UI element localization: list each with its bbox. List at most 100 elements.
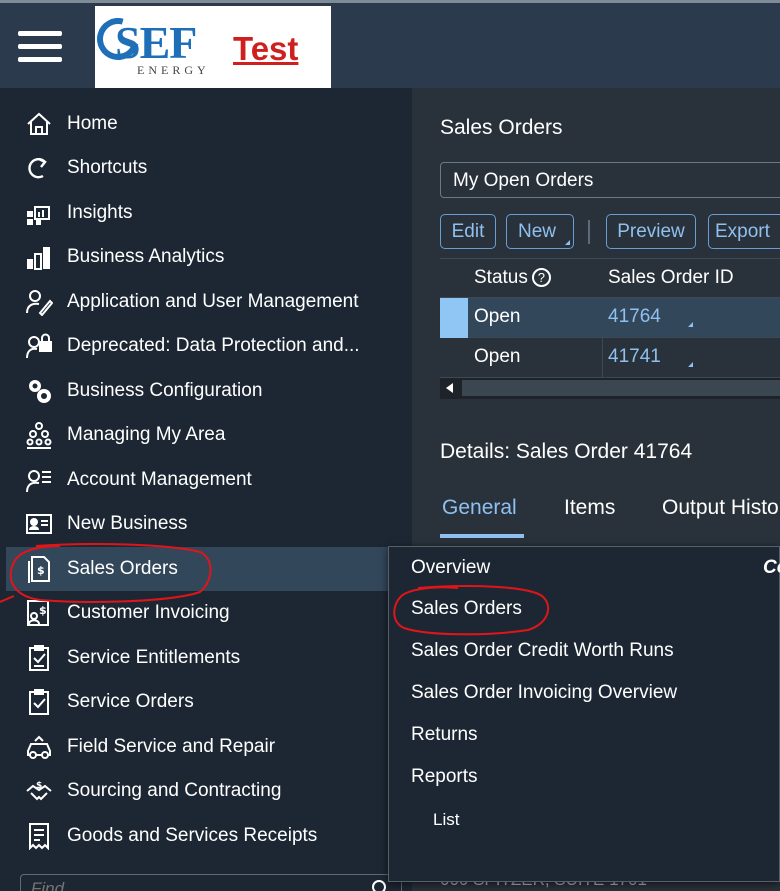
sidebar-item-label: Shortcuts (67, 157, 148, 178)
export-button[interactable]: Export (708, 214, 780, 249)
sales-orders-submenu: Overview Co Sales Orders Sales Order Cre… (388, 546, 780, 882)
sidebar-item-application-user-management[interactable]: Application and User Management (6, 280, 412, 324)
bar-chart-icon (24, 242, 54, 272)
sidebar-item-label: Account Management (67, 469, 252, 490)
sidebar-item-home[interactable]: Home (6, 102, 412, 146)
company-logo[interactable]: SEF ENERGY Test (89, 6, 331, 91)
svg-text:$: $ (37, 564, 45, 577)
submenu-column-header: Co (763, 557, 780, 578)
preview-button[interactable]: Preview (606, 214, 696, 249)
org-group-icon (24, 420, 54, 450)
help-icon[interactable]: ? (531, 268, 551, 287)
sidebar-item-business-configuration[interactable]: Business Configuration (6, 369, 412, 413)
submenu-item-list[interactable]: List (433, 810, 459, 830)
scrollbar-thumb[interactable] (462, 380, 780, 396)
sidebar-item-shortcuts[interactable]: Shortcuts (6, 146, 412, 190)
details-tabs: General Items Output Histo (440, 496, 780, 540)
status-cell: Open (474, 306, 521, 327)
sidebar-item-service-orders[interactable]: Service Orders (6, 680, 412, 724)
find-input[interactable] (21, 875, 361, 891)
sales-orders-table: Status? Sales Order ID Open 41764 Open 4… (440, 258, 780, 399)
sidebar-item-business-analytics[interactable]: Business Analytics (6, 235, 412, 279)
sidebar-item-label: Business Analytics (67, 246, 225, 267)
sidebar-item-label: Service Entitlements (67, 647, 241, 668)
variant-value: My Open Orders (453, 170, 594, 191)
logo-subtext: ENERGY (137, 63, 210, 77)
submenu-item-overview[interactable]: Overview (411, 557, 490, 579)
car-icon (24, 732, 54, 762)
horizontal-scrollbar[interactable] (440, 378, 780, 399)
table-row[interactable]: Open 41764 (440, 298, 780, 338)
find-field[interactable] (20, 874, 402, 891)
sidebar-item-account-management[interactable]: Account Management (6, 458, 412, 502)
svg-text:$: $ (36, 781, 42, 791)
sidebar-item-label: Business Configuration (67, 380, 263, 401)
quickview-corner-icon[interactable] (688, 362, 693, 367)
row-selector[interactable] (440, 338, 468, 378)
sidebar-item-insights[interactable]: Insights (6, 191, 412, 235)
sidebar-item-label: Sales Orders (67, 558, 178, 579)
sidebar-item-sourcing-contracting[interactable]: $ Sourcing and Contracting (6, 769, 412, 813)
new-button-label: New (517, 220, 556, 242)
logo-text: SEF (115, 17, 197, 68)
user-lock-icon (24, 331, 54, 361)
sidebar-item-goods-services-receipts[interactable]: Goods and Services Receipts (6, 814, 412, 858)
submenu-item-reports[interactable]: Reports (411, 766, 478, 788)
shortcut-icon (24, 153, 54, 183)
column-header-sales-order-id[interactable]: Sales Order ID (608, 267, 734, 289)
table-row[interactable]: Open 41741 (440, 338, 780, 378)
quickview-corner-icon[interactable] (688, 322, 693, 327)
variant-selector[interactable]: My Open Orders (440, 162, 780, 198)
toolbar: Edit New Preview Export (440, 214, 780, 250)
export-button-label: Export (715, 220, 770, 242)
column-header-status[interactable]: Status? (474, 267, 551, 289)
row-selector[interactable] (440, 298, 468, 338)
clipboard-tick-icon (24, 687, 54, 717)
handshake-icon: $ (24, 776, 54, 806)
new-button[interactable]: New (506, 214, 574, 249)
submenu-item-credit-worth-runs[interactable]: Sales Order Credit Worth Runs (411, 640, 674, 662)
status-cell: Open (474, 346, 521, 367)
active-tab-indicator (440, 534, 524, 538)
submenu-item-returns[interactable]: Returns (411, 724, 478, 746)
tab-general[interactable]: General (442, 496, 517, 520)
sidebar-item-sales-orders[interactable]: $ Sales Orders (6, 547, 412, 591)
sidebar-item-service-entitlements[interactable]: Service Entitlements (6, 636, 412, 680)
sidebar-item-label: New Business (67, 513, 188, 534)
dropdown-corner-icon (565, 240, 570, 245)
environment-label: Test (233, 30, 299, 67)
sidebar: Home Shortcuts Insights Business Analyti… (6, 88, 412, 891)
sales-document-icon: $ (24, 554, 54, 584)
page-title: Sales Orders (440, 116, 563, 139)
edit-button[interactable]: Edit (440, 214, 496, 249)
menu-hamburger-icon[interactable] (18, 31, 62, 65)
insights-icon (24, 198, 54, 228)
toolbar-separator (588, 220, 590, 244)
sidebar-item-label: Field Service and Repair (67, 736, 276, 757)
sidebar-item-label: Home (67, 113, 118, 134)
account-list-icon (24, 465, 54, 495)
sidebar-item-field-service-repair[interactable]: Field Service and Repair (6, 725, 412, 769)
sidebar-item-label: Insights (67, 202, 133, 223)
sidebar-item-label: Service Orders (67, 691, 194, 712)
submenu-item-invoicing-overview[interactable]: Sales Order Invoicing Overview (411, 682, 677, 704)
sidebar-item-new-business[interactable]: New Business (6, 502, 412, 546)
sales-order-id-link[interactable]: 41764 (608, 306, 661, 328)
sales-order-id-link[interactable]: 41741 (608, 346, 661, 368)
sidebar-item-label: Goods and Services Receipts (67, 825, 318, 846)
sidebar-item-label: Managing My Area (67, 424, 226, 445)
sidebar-item-customer-invoicing[interactable]: $ Customer Invoicing (6, 591, 412, 635)
gears-icon (24, 376, 54, 406)
invoice-icon: $ (24, 598, 54, 628)
sidebar-item-label: Deprecated: Data Protection and... (67, 335, 360, 356)
tab-output-history[interactable]: Output Histo (662, 496, 779, 520)
shell-header: SEF ENERGY Test (0, 0, 780, 91)
tab-items[interactable]: Items (564, 496, 615, 520)
sidebar-item-managing-my-area[interactable]: Managing My Area (6, 413, 412, 457)
receipt-icon (24, 821, 54, 851)
submenu-item-sales-orders[interactable]: Sales Orders (411, 598, 522, 620)
scroll-left-icon[interactable] (446, 383, 453, 393)
details-title: Details: Sales Order 41764 (440, 440, 693, 463)
sidebar-item-label: Sourcing and Contracting (67, 780, 282, 801)
sidebar-item-data-protection[interactable]: Deprecated: Data Protection and... (6, 324, 412, 368)
